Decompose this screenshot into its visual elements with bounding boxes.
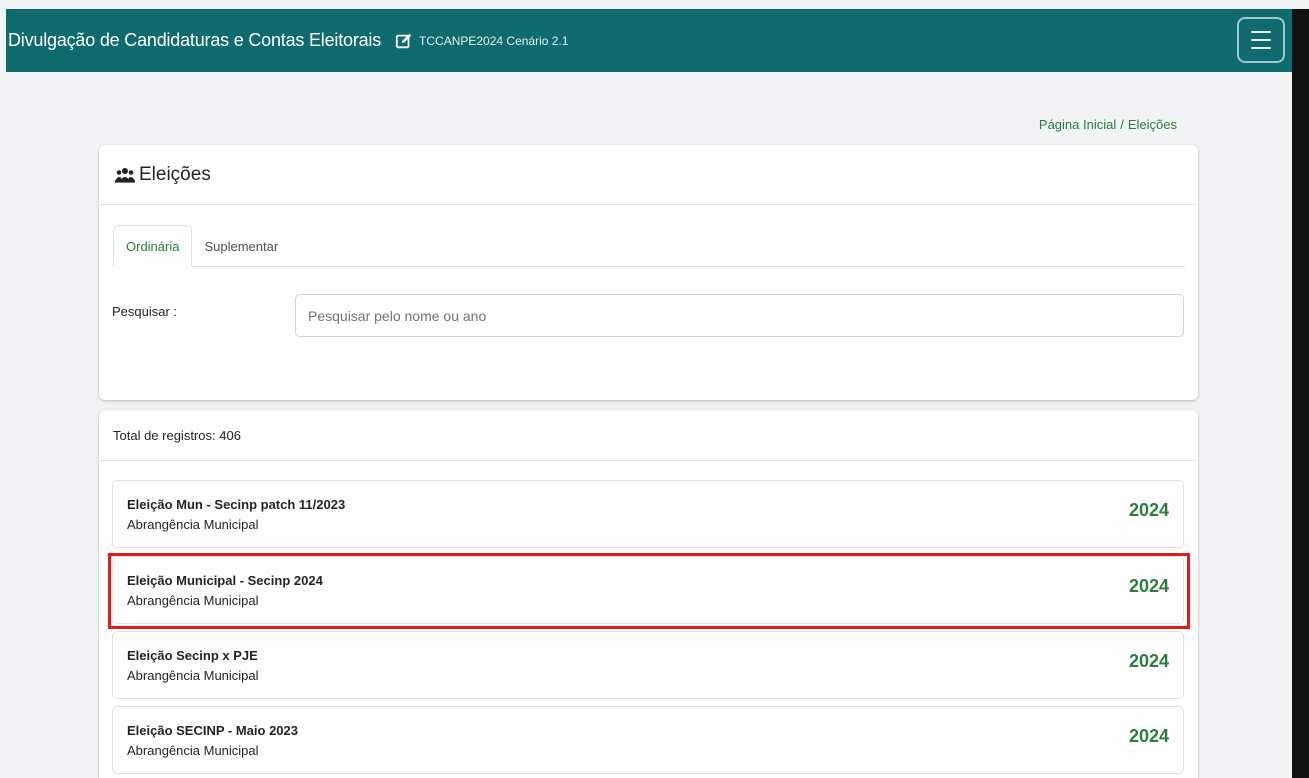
menu-icon[interactable] xyxy=(1237,17,1285,63)
election-item[interactable]: Eleição Municipal - Secinp 2024 Abrangên… xyxy=(112,556,1184,624)
environment-label: TCCANPE2024 Cenário 2.1 xyxy=(419,33,569,48)
election-scope: Abrangência Municipal xyxy=(127,517,259,532)
breadcrumb-separator: / xyxy=(1120,117,1124,132)
election-name: Eleição SECINP - Maio 2023 xyxy=(127,723,298,738)
search-label: Pesquisar : xyxy=(112,304,178,319)
election-name: Eleição Mun - Secinp patch 11/2023 xyxy=(127,497,346,512)
election-name: Eleição Secinp x PJE xyxy=(127,648,258,663)
election-scope: Abrangência Municipal xyxy=(127,743,259,758)
top-navbar: Divulgação de Candidaturas e Contas Elei… xyxy=(6,9,1292,72)
app-title[interactable]: Divulgação de Candidaturas e Contas Elei… xyxy=(8,30,381,51)
election-year: 2024 xyxy=(1128,726,1169,746)
election-item[interactable]: Eleição Secinp x PJE Abrangência Municip… xyxy=(112,631,1184,699)
election-scope: Abrangência Municipal xyxy=(127,668,259,683)
breadcrumb-current: Eleições xyxy=(1127,117,1177,132)
elections-filter-card: Eleições Ordinária Suplementar Pesquisar… xyxy=(99,145,1198,400)
election-item[interactable]: Eleição Mun - Secinp patch 11/2023 Abran… xyxy=(112,480,1184,548)
tab-suplementar[interactable]: Suplementar xyxy=(192,225,290,267)
election-type-tabs: Ordinária Suplementar xyxy=(113,225,1185,267)
election-name: Eleição Municipal - Secinp 2024 xyxy=(127,573,323,588)
breadcrumb: Página Inicial / Eleições xyxy=(1039,117,1177,132)
total-records: Total de registros: 406 xyxy=(99,410,1198,461)
total-records-count: 406 xyxy=(219,427,241,443)
page: Divulgação de Candidaturas e Contas Elei… xyxy=(0,0,1309,778)
total-records-label: Total de registros: xyxy=(113,427,216,443)
card-header: Eleições xyxy=(99,145,1198,205)
elections-list-card: Total de registros: 406 Eleição Mun - Se… xyxy=(99,410,1198,778)
users-icon xyxy=(115,167,135,183)
election-year: 2024 xyxy=(1128,576,1169,596)
search-input[interactable] xyxy=(295,294,1184,337)
tab-ordinaria[interactable]: Ordinária xyxy=(113,225,193,267)
election-year: 2024 xyxy=(1128,500,1169,520)
edit-icon[interactable] xyxy=(395,32,413,50)
election-scope: Abrangência Municipal xyxy=(127,593,259,608)
election-item[interactable]: Eleição SECINP - Maio 2023 Abrangência M… xyxy=(112,706,1184,774)
page-title: Eleições xyxy=(139,163,211,185)
election-year: 2024 xyxy=(1128,651,1169,671)
window-edge xyxy=(1292,9,1309,778)
breadcrumb-home-link[interactable]: Página Inicial xyxy=(1039,117,1116,132)
